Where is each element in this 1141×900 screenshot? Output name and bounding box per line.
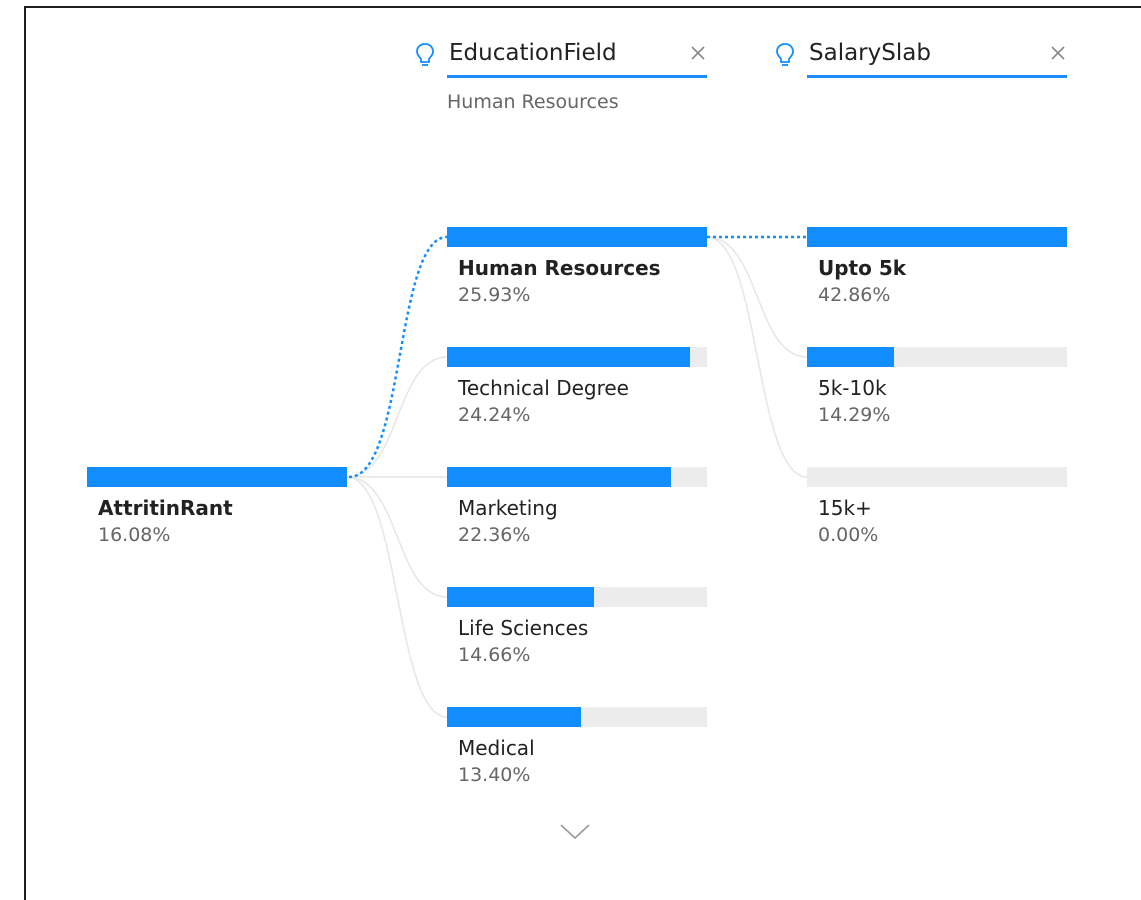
bar-fill xyxy=(447,347,690,367)
node-value: 22.36% xyxy=(458,524,531,546)
bar-fill xyxy=(807,347,894,367)
node-value: 42.86% xyxy=(818,284,891,306)
node-value: 25.93% xyxy=(458,284,531,306)
node-label: AttritinRant xyxy=(98,496,233,520)
bar-track xyxy=(807,467,1067,487)
bar-fill xyxy=(447,587,594,607)
lightbulb-icon[interactable] xyxy=(415,42,435,68)
node-value: 0.00% xyxy=(818,524,879,546)
bar-fill xyxy=(87,467,347,487)
close-icon[interactable] xyxy=(689,44,707,62)
column-title: SalarySlab xyxy=(809,40,931,66)
visual-frame xyxy=(24,6,1141,900)
chevron-down-icon[interactable] xyxy=(558,820,592,842)
node-label: Human Resources xyxy=(458,256,661,280)
node-label: 15k+ xyxy=(818,496,872,520)
column-title: EducationField xyxy=(449,40,617,66)
node-label: 5k-10k xyxy=(818,376,887,400)
column-subtitle-education: Human Resources xyxy=(447,91,619,113)
node-value: 14.66% xyxy=(458,644,531,666)
bar-fill xyxy=(447,467,671,487)
close-icon[interactable] xyxy=(1049,44,1067,62)
node-value: 14.29% xyxy=(818,404,891,426)
node-label: Marketing xyxy=(458,496,558,520)
node-value: 13.40% xyxy=(458,764,531,786)
node-value: 16.08% xyxy=(98,524,171,546)
bar-fill xyxy=(807,227,1067,247)
node-label: Medical xyxy=(458,736,535,760)
column-header-salary: SalarySlab xyxy=(776,38,1067,78)
bar-fill xyxy=(447,227,707,247)
node-label: Life Sciences xyxy=(458,616,589,640)
node-label: Technical Degree xyxy=(458,376,629,400)
node-value: 24.24% xyxy=(458,404,531,426)
lightbulb-icon[interactable] xyxy=(775,42,795,68)
node-label: Upto 5k xyxy=(818,256,907,280)
column-header-education: EducationField xyxy=(416,38,707,78)
bar-fill xyxy=(447,707,581,727)
